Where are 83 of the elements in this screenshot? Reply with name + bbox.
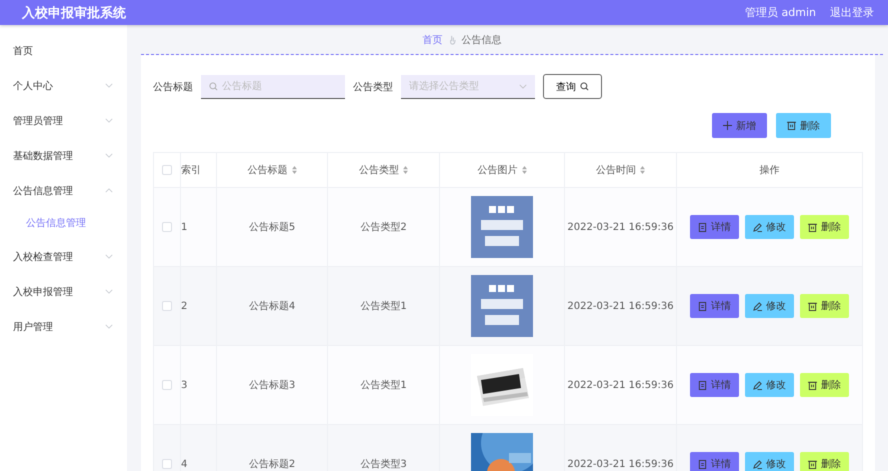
pencil-icon bbox=[753, 222, 762, 232]
chevron-icon bbox=[105, 254, 113, 259]
chevron-icon bbox=[105, 118, 113, 123]
hand-icon bbox=[448, 34, 456, 44]
menu-item[interactable]: 入校申报管理 bbox=[0, 274, 127, 309]
delete-button[interactable]: 删除 bbox=[776, 113, 831, 138]
table-cell: 2022-03-21 16:59:36 bbox=[567, 222, 674, 232]
table-cell: 2 bbox=[181, 300, 188, 312]
chevron-icon bbox=[519, 84, 527, 88]
checkbox[interactable] bbox=[162, 300, 172, 311]
checkbox[interactable] bbox=[162, 380, 172, 390]
table-cell: 2022-03-21 16:59:36 bbox=[567, 380, 674, 390]
search-field[interactable]: 公告标题 bbox=[201, 74, 345, 98]
table-cell: 2022-03-21 16:59:36 bbox=[567, 300, 674, 312]
chevron-icon bbox=[105, 324, 113, 329]
search-icon bbox=[580, 82, 589, 91]
sort-icon[interactable] bbox=[522, 166, 526, 174]
delete-button[interactable]: 删除 bbox=[800, 452, 849, 471]
table-cell: 公告类型1 bbox=[360, 380, 407, 391]
table-cell: 公告类型3 bbox=[360, 459, 407, 470]
checkbox[interactable] bbox=[162, 222, 172, 232]
pencil-icon bbox=[753, 460, 762, 468]
menu-item[interactable]: 基础数据管理 bbox=[0, 138, 127, 173]
logout-link[interactable]: 退出登录 bbox=[830, 5, 874, 20]
breadcrumb-item: 公告信息 bbox=[462, 34, 502, 46]
breadcrumb-item[interactable]: 首页 bbox=[422, 32, 442, 46]
submenu-item[interactable]: 公告信息管理 bbox=[0, 208, 127, 239]
document-icon bbox=[698, 380, 707, 390]
document-icon bbox=[698, 222, 707, 232]
pencil-icon bbox=[753, 302, 762, 310]
column-header: 操作 bbox=[760, 164, 780, 177]
table-cell: 公告标题5 bbox=[248, 222, 296, 233]
chevron-icon bbox=[105, 83, 113, 88]
edit-button[interactable]: 修改 bbox=[745, 452, 794, 471]
sort-icon[interactable] bbox=[403, 166, 408, 174]
trash-icon bbox=[808, 380, 817, 390]
table-cell: 公告类型1 bbox=[360, 301, 407, 312]
table-cell: 1 bbox=[181, 222, 188, 232]
delete-button[interactable]: 删除 bbox=[800, 215, 849, 239]
chevron-icon bbox=[105, 289, 113, 294]
document-icon bbox=[698, 460, 707, 468]
menu-item[interactable]: 个人中心 bbox=[0, 68, 127, 103]
checkbox[interactable] bbox=[162, 164, 172, 175]
chevron-icon bbox=[105, 153, 113, 158]
menu-item[interactable]: 入校检查管理 bbox=[0, 239, 127, 274]
field-label: 公告标题 bbox=[153, 80, 193, 94]
sort-icon[interactable] bbox=[292, 166, 296, 174]
trash-icon bbox=[808, 302, 817, 310]
table-cell: 公告标题2 bbox=[248, 459, 296, 470]
delete-button[interactable]: 删除 bbox=[800, 294, 849, 318]
column-header: 公告时间 bbox=[596, 163, 645, 177]
edit-button[interactable]: 修改 bbox=[745, 215, 794, 239]
menu-item[interactable]: 用户管理 bbox=[0, 309, 127, 344]
column-header: 公告图片 bbox=[478, 163, 526, 177]
table-cell: 3 bbox=[181, 380, 188, 390]
trash-icon bbox=[787, 121, 796, 130]
pencil-icon bbox=[753, 380, 762, 390]
document-icon bbox=[698, 302, 707, 310]
column-header: 公告类型 bbox=[359, 163, 408, 177]
edit-button[interactable]: 修改 bbox=[745, 294, 794, 318]
delete-button[interactable]: 删除 bbox=[800, 373, 849, 397]
table-cell: 公告标题3 bbox=[248, 380, 296, 391]
menu-item[interactable]: 首页 bbox=[0, 33, 127, 68]
table-cell: 公告标题4 bbox=[248, 301, 296, 312]
checkbox[interactable] bbox=[162, 458, 172, 469]
plus-icon bbox=[723, 121, 732, 130]
column-header: 索引 bbox=[181, 164, 201, 177]
trash-icon bbox=[808, 222, 817, 232]
query-button[interactable]: 查询 bbox=[543, 74, 602, 99]
search-icon bbox=[209, 82, 218, 90]
app-title: 入校申报审批系统 bbox=[22, 4, 127, 22]
edit-button[interactable]: 修改 bbox=[745, 373, 794, 397]
sort-icon[interactable] bbox=[640, 166, 645, 174]
table-cell: 2022-03-21 16:59:36 bbox=[567, 458, 674, 470]
column-header: 公告标题 bbox=[248, 163, 296, 177]
table-cell: 公告类型2 bbox=[360, 222, 407, 233]
field-label: 公告类型 bbox=[353, 80, 393, 94]
chevron-icon bbox=[105, 188, 113, 193]
menu-item[interactable]: 公告信息管理 bbox=[0, 173, 127, 208]
menu-item[interactable]: 管理员管理 bbox=[0, 103, 127, 138]
user-label: 管理员 admin bbox=[745, 5, 816, 20]
table-cell: 4 bbox=[181, 458, 188, 470]
trash-icon bbox=[808, 460, 817, 468]
